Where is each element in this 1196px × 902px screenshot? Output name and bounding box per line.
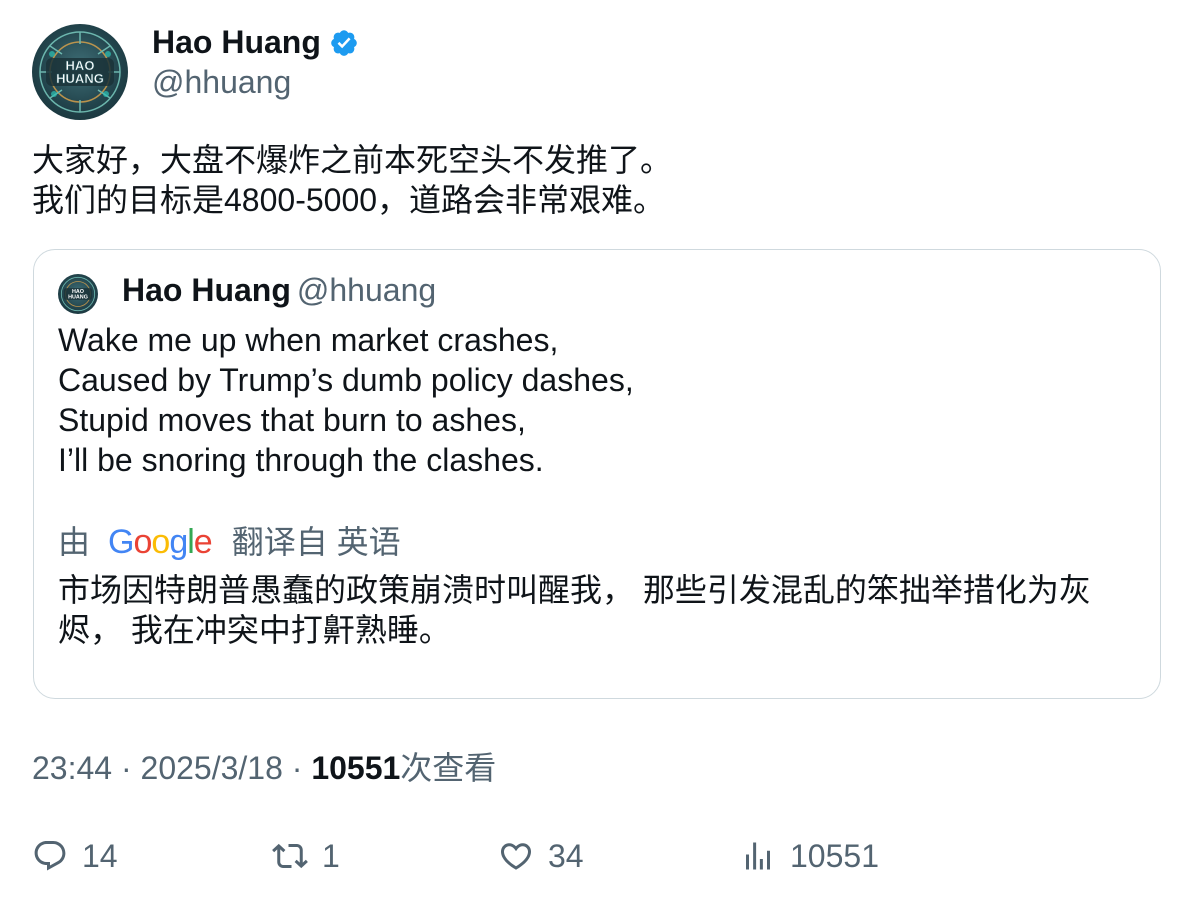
views-button[interactable]: 10551: [740, 836, 879, 876]
quoted-avatar: HAO HUANG: [58, 274, 98, 314]
bar-chart-icon: [746, 842, 770, 870]
reply-button[interactable]: 14: [32, 836, 118, 876]
quoted-header: Hao Huang @hhuang: [122, 270, 436, 310]
quoted-text: Wake me up when market crashes, Caused b…: [58, 322, 634, 478]
meta-separator: ·: [291, 750, 303, 786]
translated-text: 市场因特朗普愚蠢的政策崩溃时叫醒我， 那些引发混乱的笨拙举措化为灰烬， 我在冲突…: [58, 572, 1091, 648]
author-name[interactable]: Hao Huang: [152, 22, 321, 62]
retweet-button[interactable]: 1: [272, 836, 340, 876]
quoted-author-name: Hao Huang: [122, 272, 291, 308]
views-count: 10551: [311, 750, 401, 786]
like-count: 34: [548, 838, 584, 874]
tweet-text: 大家好，大盘不爆炸之前本死空头不发推了。 我们的目标是4800-5000，道路会…: [32, 142, 673, 218]
tweet-meta: 23:44 · 2025/3/18 · 10551次查看: [32, 748, 496, 788]
views-stat-count: 10551: [790, 838, 879, 874]
avatar[interactable]: HAO HUANG: [32, 24, 128, 120]
quoted-author-handle: @hhuang: [296, 272, 437, 308]
tweet-date[interactable]: 2025/3/18: [141, 750, 283, 786]
author-name-row[interactable]: Hao Huang: [152, 22, 359, 62]
tweet-time[interactable]: 23:44: [32, 750, 112, 786]
action-bar: 14 1 34 10551: [32, 836, 1162, 876]
quoted-tweet-card[interactable]: HAO HUANG Hao Huang @hhuang Wake me up wh…: [33, 249, 1161, 699]
retweet-count: 1: [322, 838, 340, 874]
retweet-icon: [272, 843, 308, 869]
svg-text:HUANG: HUANG: [56, 71, 104, 86]
translation-attribution: 由 Google 翻译自 英语: [58, 522, 401, 562]
meta-separator: ·: [120, 750, 132, 786]
google-logo: Google: [108, 523, 213, 561]
quoted-avatar-image: HAO HUANG: [60, 276, 96, 312]
heart-icon: [500, 843, 532, 870]
reply-count: 14: [82, 838, 118, 874]
reply-icon: [34, 841, 66, 871]
views-label: 次查看: [400, 750, 497, 786]
avatar-image: HAO HUANG: [39, 31, 121, 113]
like-button[interactable]: 34: [498, 836, 584, 876]
translation-suffix: 翻译自 英语: [231, 524, 401, 560]
svg-text:HUANG: HUANG: [68, 295, 88, 301]
verified-badge-icon: [331, 30, 357, 56]
author-handle[interactable]: @hhuang: [152, 62, 291, 102]
translation-prefix: 由: [58, 524, 91, 560]
